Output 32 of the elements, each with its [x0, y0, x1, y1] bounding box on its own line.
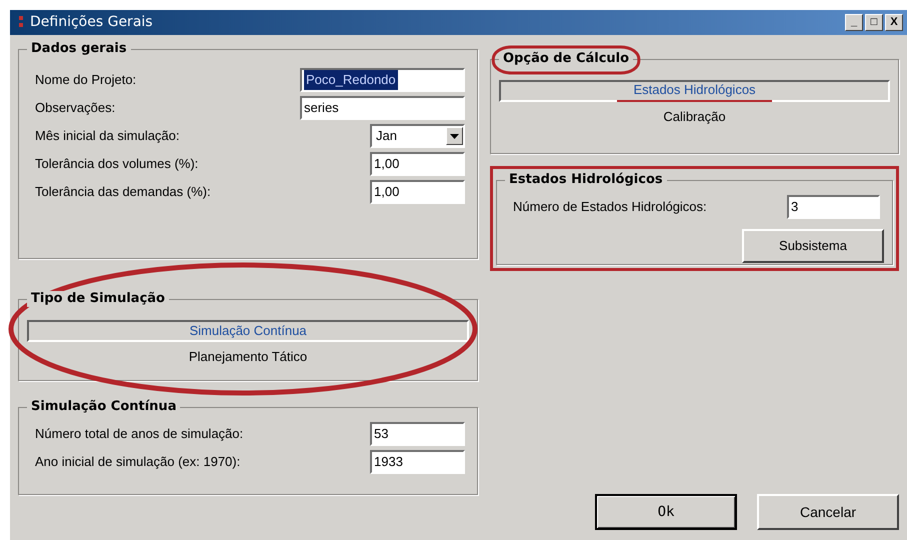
- dialog-button[interactable]: Ok: [595, 494, 737, 530]
- field-label: Mês inicial da simulação:: [35, 127, 180, 146]
- month-dropdown[interactable]: Jan: [370, 124, 465, 148]
- field-label: Observações:: [35, 99, 116, 118]
- input-field[interactable]: series: [300, 96, 465, 120]
- field-label: Ano inicial de simulação (ex: 1970):: [35, 453, 240, 472]
- group-title: Dados gerais: [27, 41, 131, 57]
- input-field[interactable]: 53: [370, 422, 465, 446]
- option-item[interactable]: Estados Hidrológicos: [499, 80, 890, 102]
- dialog-button[interactable]: Cancelar: [757, 494, 899, 530]
- group-title: Opção de Cálculo: [499, 51, 634, 67]
- option-item[interactable]: Simulação Contínua: [27, 320, 469, 342]
- window-title: Definições Gerais: [30, 13, 153, 32]
- option-item[interactable]: Calibração: [499, 106, 890, 128]
- input-field[interactable]: Poco_Redondo: [300, 68, 465, 92]
- field-label: Nome do Projeto:: [35, 71, 136, 90]
- field-label: Tolerância dos volumes (%):: [35, 155, 198, 174]
- group-title: Estados Hidrológicos: [505, 172, 667, 188]
- window-control-button[interactable]: □: [865, 14, 883, 31]
- field-label: Número de Estados Hidrológicos:: [513, 198, 707, 216]
- window-control-button[interactable]: _: [845, 14, 863, 31]
- field-label: Número total de anos de simulação:: [35, 425, 244, 444]
- window-control-button[interactable]: X: [885, 14, 903, 31]
- input-field[interactable]: 1933: [370, 450, 465, 474]
- option-item[interactable]: Planejamento Tático: [27, 346, 469, 368]
- field-label: Tolerância das demandas (%):: [35, 183, 211, 202]
- input-field[interactable]: 1,00: [370, 180, 465, 204]
- input-field[interactable]: 1,00: [370, 152, 465, 176]
- group-title: Simulação Contínua: [27, 399, 180, 415]
- input-field[interactable]: 3: [787, 195, 880, 219]
- subsystem-button[interactable]: Subsistema: [742, 229, 884, 263]
- group-title: Tipo de Simulação: [27, 291, 169, 307]
